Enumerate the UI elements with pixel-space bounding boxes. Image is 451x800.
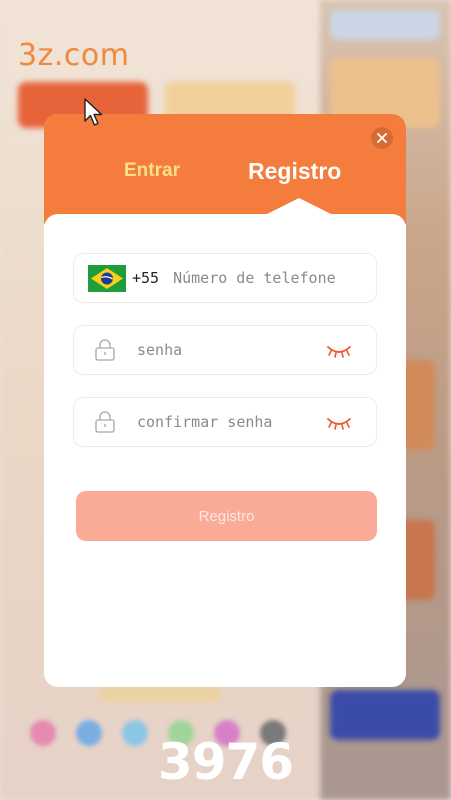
mouse-cursor-icon [84, 98, 103, 126]
background-blob [330, 10, 440, 40]
register-button[interactable]: Registro [76, 491, 377, 541]
register-modal: Entrar Registro +55 Número de telefone R… [44, 114, 406, 687]
password-input[interactable] [137, 341, 317, 359]
lock-icon [95, 339, 115, 361]
active-tab-indicator [265, 198, 333, 215]
lock-icon [95, 411, 115, 433]
confirm-password-input[interactable] [137, 413, 317, 431]
modal-header: Entrar Registro [44, 114, 406, 224]
tab-register[interactable]: Registro [248, 158, 341, 185]
tab-login[interactable]: Entrar [124, 160, 180, 182]
overlay-counter: 3976 [157, 733, 294, 791]
confirm-password-field [73, 397, 377, 447]
password-field [73, 325, 377, 375]
brazil-flag-icon[interactable] [88, 264, 126, 292]
close-button[interactable] [371, 127, 393, 149]
close-icon [377, 133, 387, 143]
site-watermark: 3z.com [18, 38, 130, 73]
background-blob [100, 686, 220, 702]
eye-closed-icon[interactable] [326, 343, 352, 359]
eye-closed-icon[interactable] [326, 415, 352, 431]
country-code: +55 [132, 269, 160, 287]
phone-field: +55 [73, 253, 377, 303]
phone-input[interactable] [173, 269, 354, 287]
